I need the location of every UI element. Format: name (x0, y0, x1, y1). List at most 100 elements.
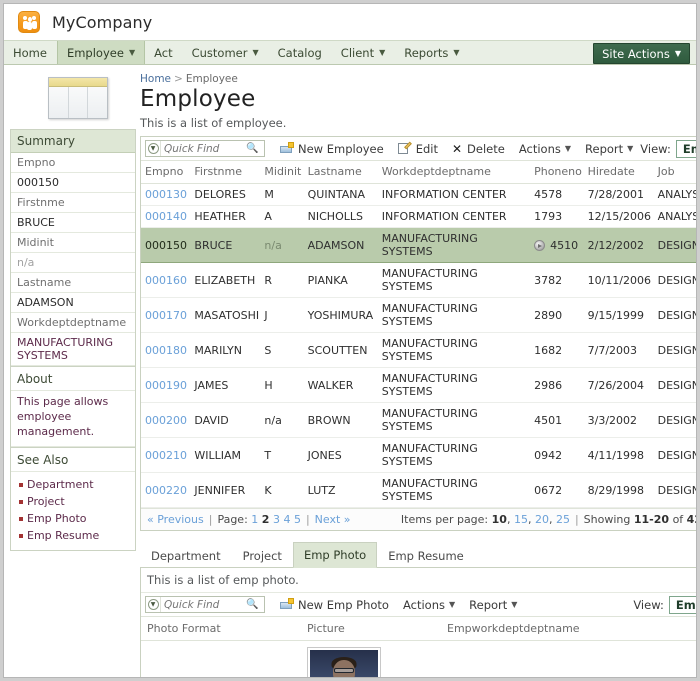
nav-item-home[interactable]: Home (4, 41, 57, 64)
table-row[interactable]: 000210 WILLIAM T JONES MANUFACTURING SYS… (141, 438, 697, 473)
cell-empno[interactable]: 000210 (141, 438, 190, 473)
actions-menu-lower[interactable]: Actions ▼ (396, 598, 462, 612)
search-input[interactable] (161, 143, 245, 155)
chevron-down-circle-icon[interactable]: ▼ (146, 141, 161, 156)
cell-lastname: QUINTANA (304, 184, 378, 206)
table-row[interactable]: 000220 JENNIFER K LUTZ MANUFACTURING SYS… (141, 473, 697, 508)
quick-find-box-lower[interactable]: ▼ 🔍 (145, 596, 265, 613)
delete-button[interactable]: ✕ Delete (445, 142, 512, 156)
nav-item-customer[interactable]: Customer ▼ (183, 41, 269, 64)
tab-emp-resume[interactable]: Emp Resume (377, 543, 475, 568)
cell-midinit: K (260, 473, 303, 508)
site-actions-button[interactable]: Site Actions ▼ (593, 43, 690, 64)
cell-empno[interactable]: 000170 (141, 298, 190, 333)
table-row[interactable]: 000160 ELIZABETH R PIANKA MANUFACTURING … (141, 263, 697, 298)
tab-department[interactable]: Department (140, 543, 232, 568)
photo-format-link[interactable]: bitmap (147, 677, 186, 679)
tab-label: Department (151, 549, 221, 563)
breadcrumb-home[interactable]: Home (140, 73, 171, 85)
empno-link[interactable]: 000170 (145, 309, 187, 322)
cell-empno[interactable]: 000140 (141, 206, 190, 228)
see-also-link-emp-resume[interactable]: Emp Resume (17, 527, 129, 544)
cell-empno[interactable]: 000160 (141, 263, 190, 298)
cell-empno[interactable]: 000220 (141, 473, 190, 508)
empno-link[interactable]: 000210 (145, 449, 187, 462)
empno-link[interactable]: 000220 (145, 484, 187, 497)
search-input-lower[interactable] (161, 599, 245, 611)
col-workdeptdeptname[interactable]: Workdeptdeptname (378, 161, 530, 184)
table-row[interactable]: 000170 MASATOSHI J YOSHIMURA MANUFACTURI… (141, 298, 697, 333)
table-row[interactable]: 000130 DELORES M QUINTANA INFORMATION CE… (141, 184, 697, 206)
col-lastname[interactable]: Lastname (304, 161, 378, 184)
nav-label: Client (341, 46, 374, 60)
tab-emp-photo[interactable]: Emp Photo (293, 542, 377, 568)
view-dropdown-lower[interactable]: Emp Photo ▼ (669, 596, 697, 614)
items-per-page-25[interactable]: 25 (556, 513, 570, 526)
photo-row[interactable]: bitmap MANUFACTURING SYSTEMS (141, 641, 697, 679)
col-photo-format[interactable]: Photo Format (141, 617, 301, 641)
empno-link[interactable]: 000200 (145, 414, 187, 427)
next-page-link[interactable]: Next » (315, 513, 351, 526)
col-empworkdeptdeptname[interactable]: Empworkdeptdeptname (441, 617, 697, 641)
new-emp-photo-button[interactable]: New Emp Photo (273, 598, 396, 612)
items-per-page-10[interactable]: 10 (492, 513, 507, 526)
nav-item-client[interactable]: Client ▼ (332, 41, 395, 64)
table-row[interactable]: 000190 JAMES H WALKER MANUFACTURING SYST… (141, 368, 697, 403)
summary-panel: Summary Empno 000150 Firstnme BRUCE Midi… (10, 129, 136, 551)
items-per-page-15[interactable]: 15 (514, 513, 528, 526)
magnifier-icon[interactable]: 🔍 (245, 599, 260, 610)
table-row[interactable]: 000200 DAVID n/a BROWN MANUFACTURING SYS… (141, 403, 697, 438)
col-picture[interactable]: Picture (301, 617, 441, 641)
cell-hiredate: 7/26/2004 (584, 368, 654, 403)
see-also-list: Department Project Emp Photo Emp Resume (11, 472, 135, 550)
empno-link[interactable]: 000130 (145, 188, 187, 201)
see-also-link-emp-photo[interactable]: Emp Photo (17, 510, 129, 527)
cell-empno[interactable]: 000130 (141, 184, 190, 206)
view-label: View: (633, 598, 664, 612)
nav-item-reports[interactable]: Reports ▼ (395, 41, 469, 64)
table-row[interactable]: 000140 HEATHER A NICHOLLS INFORMATION CE… (141, 206, 697, 228)
nav-item-act[interactable]: Act (145, 41, 183, 64)
cell-dept: INFORMATION CENTER (378, 184, 530, 206)
table-row-selected[interactable]: 000150 BRUCE n/a ADAMSON MANUFACTURING S… (141, 228, 697, 263)
see-also-link-project[interactable]: Project (17, 493, 129, 510)
cell-firstnme: DELORES (190, 184, 260, 206)
employee-grid: ▼ 🔍 New Employee Edit ✕ Delete (140, 136, 697, 531)
nav-item-catalog[interactable]: Catalog (269, 41, 332, 64)
col-hiredate[interactable]: Hiredate (584, 161, 654, 184)
previous-page-link[interactable]: « Previous (147, 513, 204, 526)
empno-link[interactable]: 000190 (145, 379, 187, 392)
quick-find-box[interactable]: ▼ 🔍 (145, 140, 265, 157)
magnifier-icon[interactable]: 🔍 (245, 143, 260, 154)
report-menu[interactable]: Report ▼ (578, 142, 640, 156)
tab-project[interactable]: Project (232, 543, 293, 568)
cell-empno[interactable]: 000180 (141, 333, 190, 368)
table-row[interactable]: 000180 MARILYN S SCOUTTEN MANUFACTURING … (141, 333, 697, 368)
col-job[interactable]: Job (654, 161, 697, 184)
items-per-page-20[interactable]: 20 (535, 513, 549, 526)
new-employee-button[interactable]: New Employee (273, 142, 391, 156)
actions-menu[interactable]: Actions ▼ (512, 142, 578, 156)
view-dropdown[interactable]: Employee ▼ (676, 140, 697, 158)
chevron-down-circle-icon[interactable]: ▼ (146, 597, 161, 612)
page-link-1[interactable]: 1 (251, 513, 258, 526)
empno-link[interactable]: 000140 (145, 210, 187, 223)
report-menu-lower[interactable]: Report ▼ (462, 598, 524, 612)
nav-item-employee[interactable]: Employee ▼ (57, 41, 145, 64)
page-link-4[interactable]: 4 (283, 513, 290, 526)
col-firstnme[interactable]: Firstnme (190, 161, 260, 184)
cell-hiredate: 4/11/1998 (584, 438, 654, 473)
see-also-link-department[interactable]: Department (17, 476, 129, 493)
cell-empno[interactable]: 000200 (141, 403, 190, 438)
cell-empno[interactable]: 000150 (141, 228, 190, 263)
col-empno[interactable]: Empno (141, 161, 190, 184)
empno-link[interactable]: 000180 (145, 344, 187, 357)
page-link-5[interactable]: 5 (294, 513, 301, 526)
cell-photo-format[interactable]: bitmap (141, 641, 301, 679)
col-phoneno[interactable]: Phoneno (530, 161, 584, 184)
empno-link[interactable]: 000160 (145, 274, 187, 287)
edit-button[interactable]: Edit (391, 142, 445, 156)
page-link-3[interactable]: 3 (273, 513, 280, 526)
col-midinit[interactable]: Midinit (260, 161, 303, 184)
cell-empno[interactable]: 000190 (141, 368, 190, 403)
